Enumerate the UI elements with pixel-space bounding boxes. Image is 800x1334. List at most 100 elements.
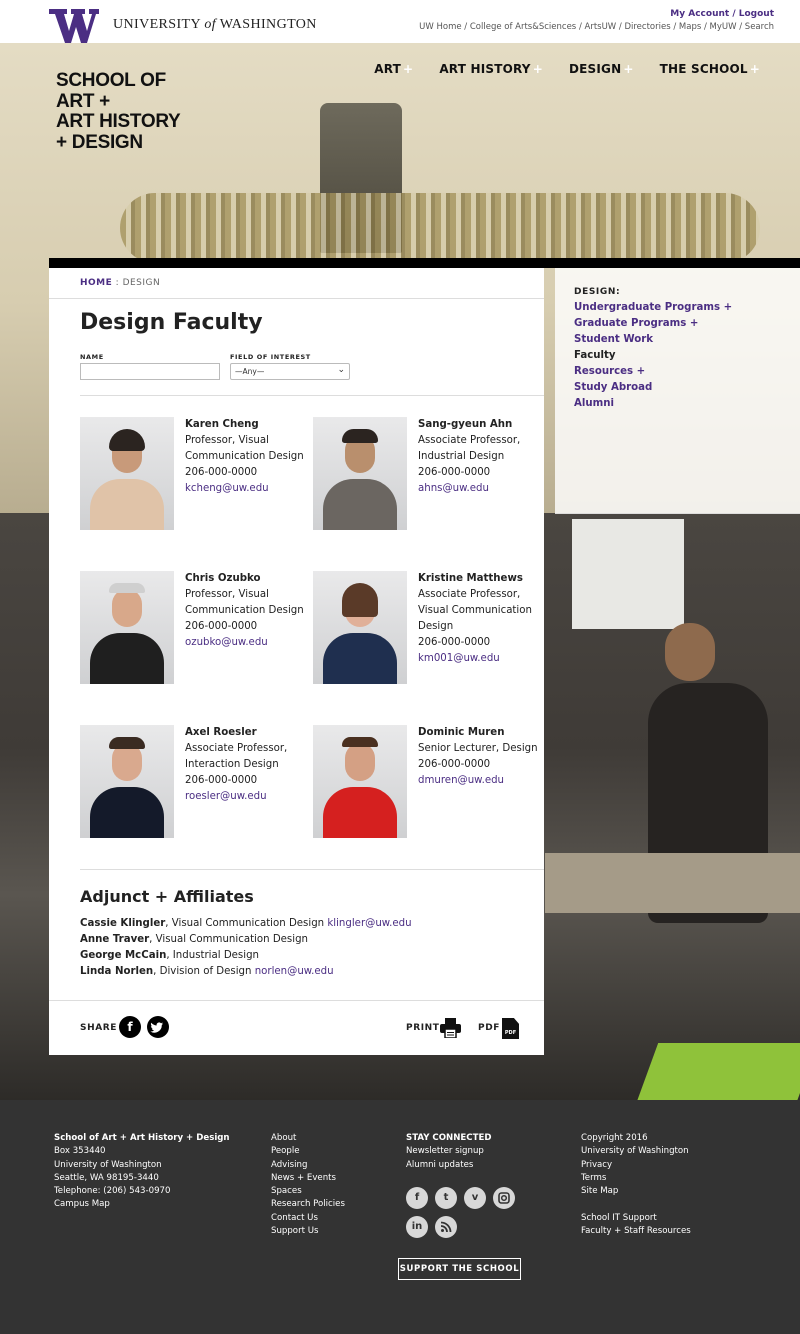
support-the-school-button[interactable]: SUPPORT THE SCHOOL: [398, 1258, 521, 1280]
field-of-interest-select[interactable]: —Any— ⌄: [230, 363, 350, 380]
adjunct-heading: Adjunct + Affiliates: [80, 887, 254, 906]
privacy-link[interactable]: Privacy: [581, 1159, 691, 1172]
printer-icon[interactable]: [440, 1018, 461, 1038]
main-nav: ART + ART HISTORY + DESIGN + THE SCHOOL +: [374, 62, 760, 76]
faculty-card: Kristine Matthews Associate Professor, V…: [313, 571, 538, 686]
sidenav-study-abroad[interactable]: Study Abroad: [574, 380, 732, 396]
name-filter-label: NAME: [80, 353, 104, 361]
faculty-email-link[interactable]: roesler@uw.edu: [185, 791, 267, 802]
pdf-icon[interactable]: PDF: [502, 1018, 519, 1039]
adjunct-row: George McCain, Industrial Design: [80, 948, 412, 964]
uw-wordmark-of: of: [204, 17, 217, 32]
stay-connected-heading: STAY CONNECTED: [406, 1133, 492, 1143]
account-links[interactable]: My Account / Logout: [670, 9, 774, 19]
nav-label: ART: [374, 62, 402, 76]
faculty-phone: 206-000-0000: [185, 775, 258, 786]
faculty-email-link[interactable]: ozubko@uw.edu: [185, 637, 268, 648]
faculty-phone: 206-000-0000: [185, 621, 258, 632]
faculty-phone: 206-000-0000: [418, 467, 491, 478]
divider: [80, 395, 544, 396]
twitter-icon[interactable]: t: [435, 1187, 457, 1209]
name-input[interactable]: [80, 363, 220, 380]
footer-campus-map-link[interactable]: Campus Map: [54, 1198, 230, 1211]
linkedin-icon[interactable]: in: [406, 1216, 428, 1238]
uw-wordmark-post: WASHINGTON: [216, 17, 317, 32]
photo-hair: [342, 583, 378, 617]
faculty-name: Dominic Muren: [418, 727, 505, 738]
footer-link-support[interactable]: Support Us: [271, 1225, 345, 1238]
faculty-email-link[interactable]: dmuren@uw.edu: [418, 775, 504, 786]
faculty-email-link[interactable]: ahns@uw.edu: [418, 483, 489, 494]
footer-uw-link[interactable]: University of Washington: [581, 1145, 691, 1158]
divider: [80, 869, 544, 870]
photo-body: [323, 633, 397, 684]
faculty-photo: [80, 725, 174, 838]
footer-link-about[interactable]: About: [271, 1132, 345, 1145]
footer-address-line: Seattle, WA 98195-3440: [54, 1172, 159, 1183]
select-value: —Any—: [235, 367, 265, 376]
faculty-name: Karen Cheng: [185, 419, 259, 430]
sidenav-graduate[interactable]: Graduate Programs +: [574, 316, 732, 332]
nav-art[interactable]: ART +: [374, 62, 413, 76]
staff-resources-link[interactable]: Faculty + Staff Resources: [581, 1225, 691, 1238]
footer-link-spaces[interactable]: Spaces: [271, 1185, 345, 1198]
facebook-icon[interactable]: f: [406, 1187, 428, 1209]
uw-header: UNIVERSITY of WASHINGTON My Account / Lo…: [0, 0, 800, 43]
vimeo-icon[interactable]: v: [464, 1187, 486, 1209]
breadcrumb-separator: :: [112, 278, 123, 288]
faculty-email-link[interactable]: kcheng@uw.edu: [185, 483, 269, 494]
adjunct-name: George McCain: [80, 950, 167, 961]
breadcrumb-current: DESIGN: [122, 278, 161, 288]
sidenav-resources[interactable]: Resources +: [574, 364, 732, 380]
alumni-updates-link[interactable]: Alumni updates: [406, 1159, 491, 1172]
faculty-info: Kristine Matthews Associate Professor, V…: [418, 571, 538, 667]
photo-body: [90, 633, 164, 684]
pdf-label[interactable]: PDF: [478, 1023, 500, 1033]
school-logo[interactable]: SCHOOL OF ART + ART HISTORY + DESIGN: [56, 70, 181, 153]
work-table: [545, 853, 800, 913]
divider: [49, 298, 544, 299]
footer-link-research-policies[interactable]: Research Policies: [271, 1198, 345, 1211]
sidenav-alumni[interactable]: Alumni: [574, 396, 732, 412]
photo-body: [323, 787, 397, 838]
terms-link[interactable]: Terms: [581, 1172, 691, 1185]
faculty-email-link[interactable]: km001@uw.edu: [418, 653, 500, 664]
share-label: SHARE: [80, 1023, 118, 1033]
sidenav-student-work[interactable]: Student Work: [574, 332, 732, 348]
breadcrumb-home[interactable]: HOME: [80, 278, 112, 288]
nav-the-school[interactable]: THE SCHOOL +: [660, 62, 760, 76]
page-title: Design Faculty: [80, 310, 263, 335]
divider: [49, 1000, 544, 1001]
photo-hair: [109, 429, 145, 451]
footer-link-people[interactable]: People: [271, 1145, 345, 1158]
uw-global-links[interactable]: UW Home / College of Arts&Sciences / Art…: [419, 22, 774, 32]
nav-design[interactable]: DESIGN +: [569, 62, 634, 76]
rss-icon[interactable]: [435, 1216, 457, 1238]
faculty-title: Associate Professor, Industrial Design: [418, 435, 521, 462]
photo-hair: [342, 429, 378, 443]
footer-school-name: School of Art + Art History + Design: [54, 1133, 230, 1143]
sidenav-faculty-current[interactable]: Faculty: [574, 348, 732, 364]
it-support-link[interactable]: School IT Support: [581, 1212, 691, 1225]
adjunct-email-link[interactable]: klingler@uw.edu: [327, 918, 411, 929]
footer-link-advising[interactable]: Advising: [271, 1159, 345, 1172]
instagram-icon[interactable]: [493, 1187, 515, 1209]
uw-w-logo-icon[interactable]: [49, 9, 99, 43]
site-map-link[interactable]: Site Map: [581, 1185, 691, 1198]
print-label[interactable]: PRINT: [406, 1023, 440, 1033]
sidenav-undergraduate[interactable]: Undergraduate Programs +: [574, 300, 732, 316]
newsletter-link[interactable]: Newsletter signup: [406, 1145, 491, 1158]
uw-wordmark[interactable]: UNIVERSITY of WASHINGTON: [113, 17, 317, 33]
adjunct-row: Cassie Klingler, Visual Communication De…: [80, 916, 412, 932]
footer-link-news-events[interactable]: News + Events: [271, 1172, 345, 1185]
facebook-icon[interactable]: f: [119, 1016, 141, 1038]
faculty-info: Dominic Muren Senior Lecturer, Design 20…: [418, 725, 538, 789]
footer-links: About People Advising News + Events Spac…: [271, 1132, 345, 1238]
footer-link-contact[interactable]: Contact Us: [271, 1212, 345, 1225]
adjunct-email-link[interactable]: norlen@uw.edu: [255, 966, 334, 977]
nav-art-history[interactable]: ART HISTORY +: [439, 62, 543, 76]
photo-hair: [109, 583, 145, 593]
person-head: [665, 623, 715, 681]
twitter-icon[interactable]: [147, 1016, 169, 1038]
nav-label: THE SCHOOL: [659, 62, 748, 76]
